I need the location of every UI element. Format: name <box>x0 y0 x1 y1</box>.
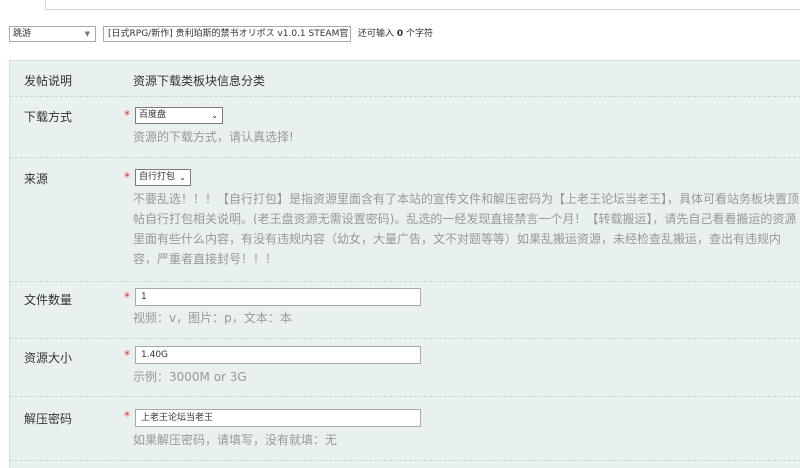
post-info-value: 资源下载类板块信息分类 <box>133 74 266 88</box>
unzip-password-label: 解压密码 <box>24 412 73 426</box>
row-download-method: 下载方式 * 百度盘 ⌄ 资源的下载方式，请认真选择! <box>10 97 800 158</box>
chevron-down-icon: ⌄ <box>211 111 218 120</box>
file-count-input[interactable]: 1 <box>135 288 421 306</box>
row-source: 来源 * 自行打包 ⌄ 不要乱选！！！【自行打包】是指资源里面含有了本站的宣传文… <box>10 158 800 282</box>
download-method-tip: 资源的下载方式，请认真选择! <box>133 130 294 144</box>
thread-title-input[interactable]: [日式RPG/新作] 贵利珀斯的禁书オリポス v1.0.1 STEAM官 <box>103 26 351 42</box>
tab-strip <box>0 0 800 10</box>
required-mark: * <box>124 290 130 304</box>
source-tip: 不要乱选！！！【自行打包】是指资源里面含有了本站的宣传文件和解压密码为【上老王论… <box>133 192 800 266</box>
resource-size-label: 资源大小 <box>24 351 73 365</box>
char-hint-suffix: 个字符 <box>406 29 434 39</box>
source-label: 来源 <box>24 172 49 186</box>
row-file-count: 文件数量 * 1 视频：v，图片：p，文本：本 <box>10 282 800 339</box>
post-info-label: 发帖说明 <box>24 74 73 88</box>
required-mark: * <box>124 348 130 362</box>
title-row: 跳游 ▼ [日式RPG/新作] 贵利珀斯的禁书オリポス v1.0.1 STEAM… <box>9 26 800 42</box>
chevron-down-icon: ⌄ <box>179 173 186 182</box>
thread-type-select[interactable]: 跳游 ▼ <box>9 26 96 42</box>
required-mark: * <box>124 170 130 184</box>
form-panel: 发帖说明 资源下载类板块信息分类 下载方式 * 百度盘 ⌄ 资源的下载方式，请认… <box>9 60 800 468</box>
char-hint-prefix: 还可输入 <box>358 29 395 39</box>
char-count-hint: 还可输入 0 个字符 <box>358 26 433 42</box>
file-count-label: 文件数量 <box>24 293 73 307</box>
download-method-select[interactable]: 百度盘 ⌄ <box>135 107 223 124</box>
download-method-label: 下载方式 <box>24 110 73 124</box>
file-count-tip: 视频：v，图片：p，文本：本 <box>133 311 292 325</box>
thread-type-value: 跳游 <box>13 29 32 39</box>
download-method-value: 百度盘 <box>139 110 167 120</box>
row-post-info: 发帖说明 资源下载类板块信息分类 <box>10 61 800 97</box>
row-resource-size: 资源大小 * 1.40G 示例：3000M or 3G <box>10 339 800 397</box>
chevron-down-icon: ▼ <box>84 30 90 38</box>
source-value: 自行打包 <box>139 172 176 182</box>
resource-size-input[interactable]: 1.40G <box>135 346 421 364</box>
required-mark: * <box>124 409 130 423</box>
required-mark: * <box>124 108 130 122</box>
char-hint-count: 0 <box>396 29 404 39</box>
unzip-password-tip: 如果解压密码，请填写，没有就填：无 <box>133 433 338 447</box>
source-select[interactable]: 自行打包 ⌄ <box>135 169 191 186</box>
tab-divider <box>46 9 800 10</box>
unzip-password-input[interactable]: 上老王论坛当老王 <box>135 409 421 427</box>
row-unzip-password: 解压密码 * 上老王论坛当老王 如果解压密码，请填写，没有就填：无 <box>10 397 800 461</box>
resource-size-tip: 示例：3000M or 3G <box>133 370 247 384</box>
